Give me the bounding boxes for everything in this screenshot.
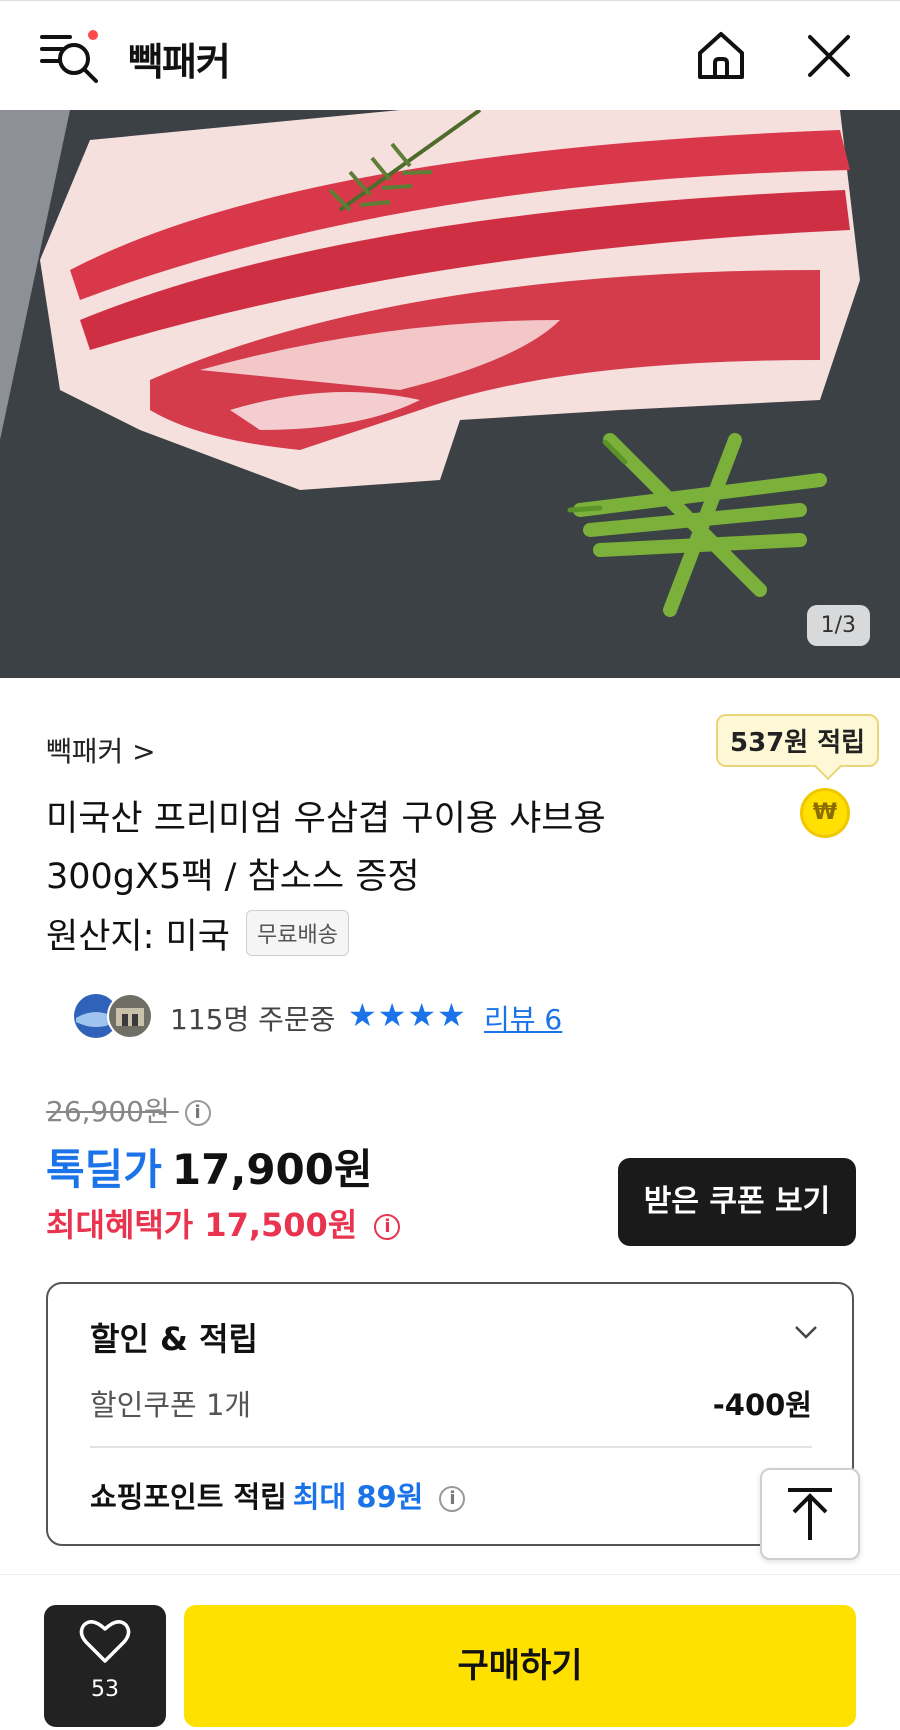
like-button[interactable]: 53 <box>44 1605 166 1727</box>
benefit-title: 할인 & 적립 <box>90 1320 258 1358</box>
points-info-icon[interactable]: i <box>439 1486 466 1512</box>
shopping-points-row: 쇼핑포인트 적립 최대 89원 i <box>90 1474 466 1516</box>
coupon-value: -400원 <box>712 1388 812 1422</box>
like-count: 53 <box>91 1677 119 1702</box>
buyer-avatars <box>72 992 156 1040</box>
original-price-row: 26,900원 i <box>46 1090 211 1130</box>
close-icon[interactable] <box>804 31 854 81</box>
menu-search-icon[interactable] <box>40 29 102 85</box>
free-shipping-badge: 무료배송 <box>246 910 349 956</box>
origin-text: 원산지: 미국 <box>46 917 230 957</box>
home-icon[interactable] <box>694 29 748 83</box>
view-coupons-button[interactable]: 받은 쿠폰 보기 <box>618 1158 856 1246</box>
coupon-label: 할인쿠폰 1개 <box>90 1388 252 1422</box>
best-price-row: 최대혜택가 17,500원 i <box>46 1200 401 1246</box>
won-coin-icon: ₩ <box>800 788 850 838</box>
deal-price: 17,900원 <box>171 1145 373 1194</box>
image-counter: 1/3 <box>806 605 870 646</box>
buy-button[interactable]: 구매하기 <box>184 1605 856 1727</box>
brand-title: 빽패커 <box>128 40 231 84</box>
points-label: 쇼핑포인트 적립 <box>90 1480 287 1514</box>
product-title: 미국산 프리미엄 우삼겹 구이용 샤브용 300gX5팩 / 참소스 증정 <box>46 799 606 897</box>
scroll-to-top-button[interactable] <box>760 1468 860 1560</box>
rating-stars: ★★★★ <box>348 996 467 1034</box>
arrow-up-icon <box>788 1488 832 1540</box>
info-icon[interactable]: i <box>184 1100 211 1126</box>
points-badge: 537원 적립 <box>716 714 880 767</box>
divider <box>90 1446 812 1448</box>
best-price: 최대혜택가 17,500원 <box>46 1206 358 1244</box>
deal-price-row: 톡딜가 17,900원 <box>46 1136 373 1197</box>
top-bar: 빽패커 <box>0 0 900 110</box>
best-price-info-icon[interactable]: i <box>374 1214 401 1240</box>
chevron-down-icon[interactable] <box>792 1318 820 1346</box>
discount-points-panel: 할인 & 적립 할인쿠폰 1개 -400원 쇼핑포인트 적립 최대 89원 i <box>46 1282 854 1546</box>
heart-icon <box>79 1620 131 1663</box>
seller-link[interactable]: 빽패커 > <box>46 730 156 770</box>
deal-label: 톡딜가 <box>46 1145 162 1194</box>
bottom-action-bar: 53 구매하기 <box>0 1574 900 1730</box>
original-price: 26,900원 <box>46 1095 170 1128</box>
product-image[interactable]: 1/3 <box>0 110 900 678</box>
points-value: 최대 89원 <box>292 1480 424 1514</box>
order-count: 115명 주문중 <box>170 1003 336 1036</box>
review-link[interactable]: 리뷰 6 <box>484 998 562 1038</box>
